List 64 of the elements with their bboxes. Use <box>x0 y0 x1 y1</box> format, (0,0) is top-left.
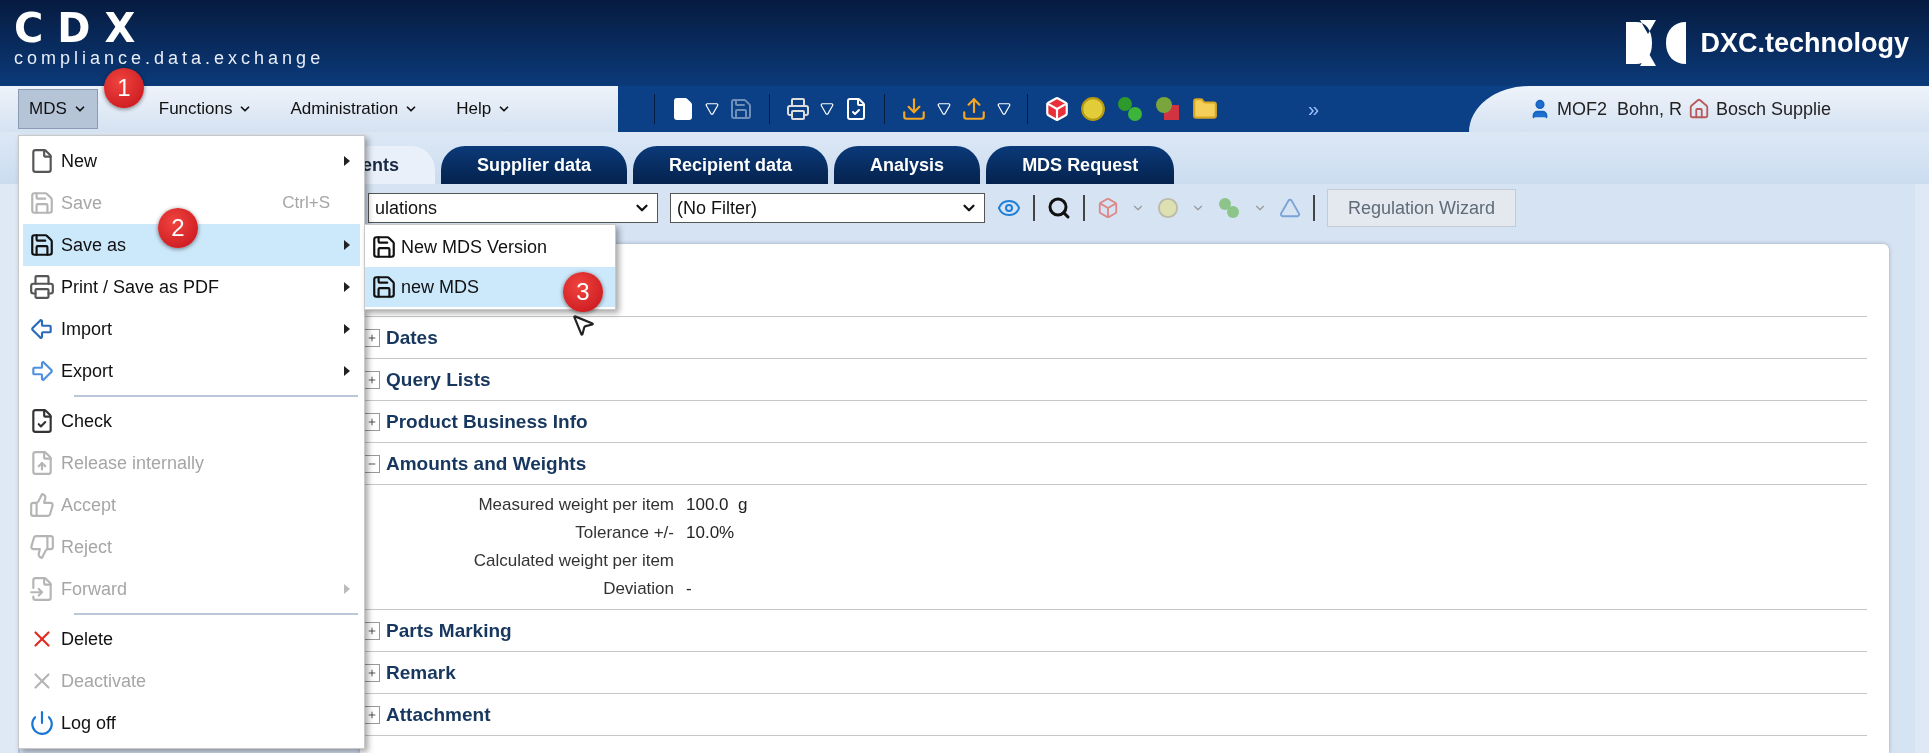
section-title[interactable]: Dates <box>386 326 438 349</box>
search-icon[interactable] <box>1047 196 1071 220</box>
field-label: Tolerance +/- <box>574 522 674 544</box>
field-label: Deviation <box>602 578 674 600</box>
upload-icon[interactable] <box>961 96 987 122</box>
download-icon[interactable] <box>901 96 927 122</box>
check-document-icon <box>29 408 55 434</box>
house-icon <box>1688 98 1711 120</box>
user-name: MOF2 Bohn, R <box>1557 98 1683 120</box>
filter-dropdown[interactable]: (No Filter) <box>670 193 985 223</box>
more-button[interactable]: » <box>1308 97 1320 121</box>
logo-text: CDX <box>14 8 151 48</box>
check-document-icon[interactable] <box>844 97 868 121</box>
right-arrow-icon <box>29 358 55 384</box>
field-label: Measured weight per item <box>477 494 674 516</box>
cursor-icon <box>570 312 596 338</box>
field-value: 10.0% <box>686 522 736 544</box>
sphere-icon[interactable] <box>1080 96 1106 122</box>
menu-option[interactable]: Log off <box>23 702 360 744</box>
section-title[interactable]: Remark <box>386 661 456 684</box>
tab[interactable]: Supplier data <box>441 146 628 184</box>
menu-option[interactable]: New MDS Version <box>365 227 615 267</box>
logo-tagline: compliance.data.exchange <box>14 48 325 68</box>
caret-icon[interactable] <box>705 102 719 116</box>
field-value: 100.0 g <box>686 494 749 516</box>
menu-option[interactable]: Check <box>23 400 360 442</box>
cube-icon[interactable] <box>1044 96 1070 122</box>
left-arrow-icon <box>29 316 55 342</box>
printer-icon <box>29 274 55 300</box>
caret-icon[interactable] <box>997 102 1011 116</box>
folder-icon[interactable] <box>1192 96 1218 122</box>
page-icon <box>29 148 55 174</box>
menu-item[interactable]: MDS <box>18 89 98 129</box>
menu-item[interactable]: Help <box>445 89 523 129</box>
section-title[interactable]: Attachment <box>386 703 491 726</box>
thumbs-up-icon <box>29 492 55 518</box>
sphere-cube-icon[interactable] <box>1154 95 1182 123</box>
document-icon <box>29 450 55 476</box>
printer-icon[interactable] <box>786 97 810 121</box>
spheres-icon[interactable] <box>1116 95 1144 123</box>
brand-logo-icon <box>1626 20 1687 66</box>
section-title[interactable]: Product Business Info <box>386 410 588 433</box>
menu-option[interactable]: Import <box>23 308 360 350</box>
page-icon[interactable] <box>671 97 695 121</box>
company-name: Bosch Supplie <box>1716 98 1832 120</box>
field-label: Calculated weight per item <box>472 550 674 572</box>
tab[interactable]: MDS Request <box>986 146 1175 184</box>
thumbs-down-icon <box>29 534 55 560</box>
tab[interactable]: Recipient data <box>633 146 829 184</box>
menu-item[interactable]: Functions <box>147 89 264 129</box>
menu-option[interactable]: Print / Save as PDF <box>23 266 360 308</box>
caret-icon[interactable] <box>820 102 834 116</box>
caret-icon[interactable] <box>937 102 951 116</box>
section-title[interactable]: Query Lists <box>386 368 491 391</box>
menu-item[interactable]: Administration <box>279 89 430 129</box>
filter-dropdown[interactable]: ulations <box>368 193 658 223</box>
section-title[interactable]: Amounts and Weights <box>386 452 587 475</box>
menu-option[interactable]: Export <box>23 350 360 392</box>
power-icon <box>29 710 55 736</box>
field-value: - <box>686 578 693 600</box>
menu-option[interactable]: Delete <box>23 618 360 660</box>
tab[interactable]: Analysis <box>834 146 981 184</box>
section-title[interactable]: Parts Marking <box>386 619 512 642</box>
brand-name: DXC.technology <box>1700 27 1909 59</box>
